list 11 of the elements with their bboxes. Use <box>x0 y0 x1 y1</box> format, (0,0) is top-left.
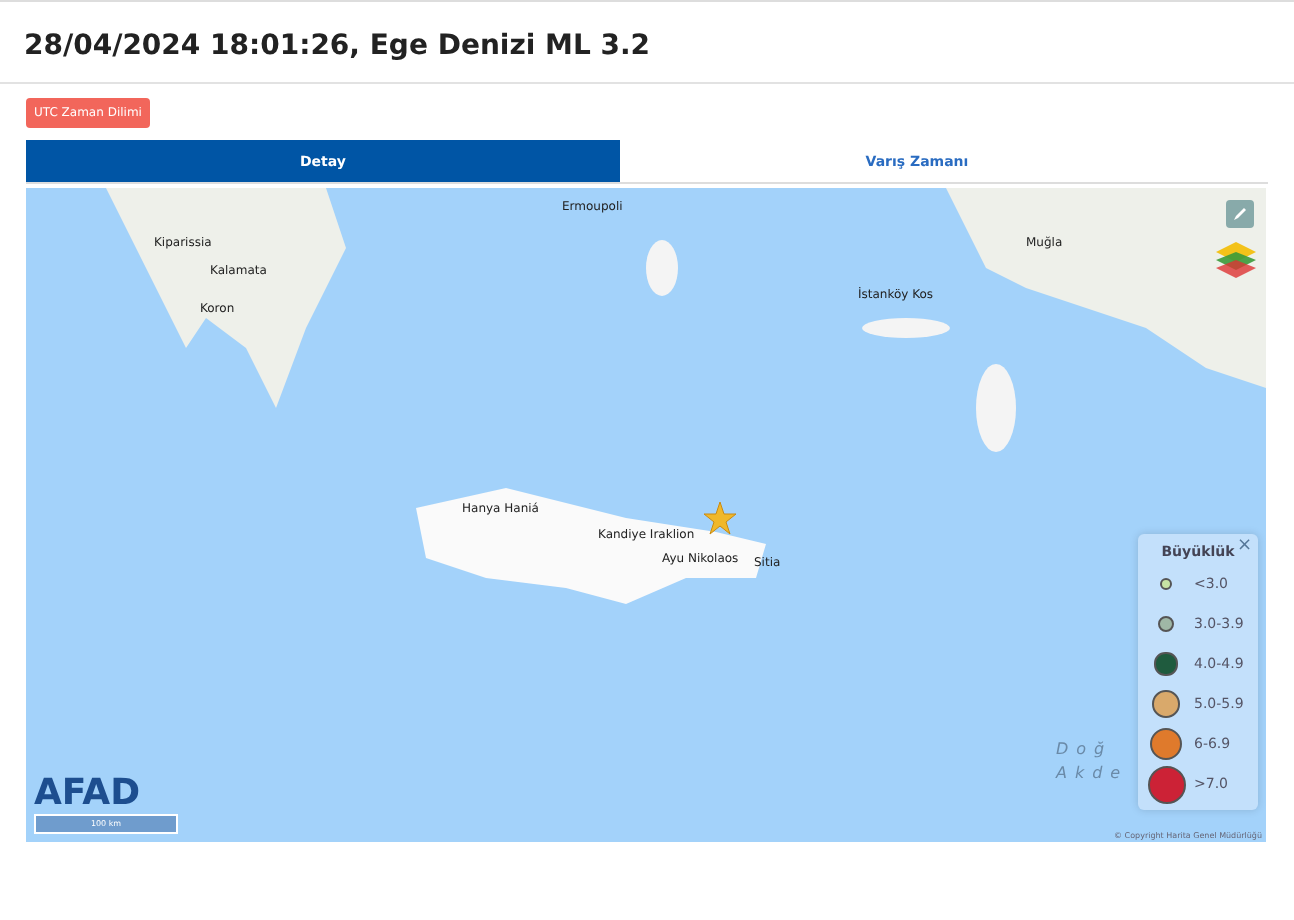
logo: AFAD <box>34 772 141 814</box>
pencil-icon <box>1232 206 1248 222</box>
page-title: 28/04/2024 18:01:26, Ege Denizi ML 3.2 <box>24 30 653 62</box>
layers-icon[interactable] <box>1214 240 1258 280</box>
close-icon[interactable]: × <box>1236 536 1252 556</box>
star-icon[interactable] <box>703 501 737 535</box>
edit-button[interactable] <box>1226 200 1254 228</box>
island-shape <box>646 240 678 296</box>
sea-label: Doğ Akde <box>1056 738 1131 786</box>
island-shape <box>976 364 1016 452</box>
island-shape <box>862 318 950 338</box>
